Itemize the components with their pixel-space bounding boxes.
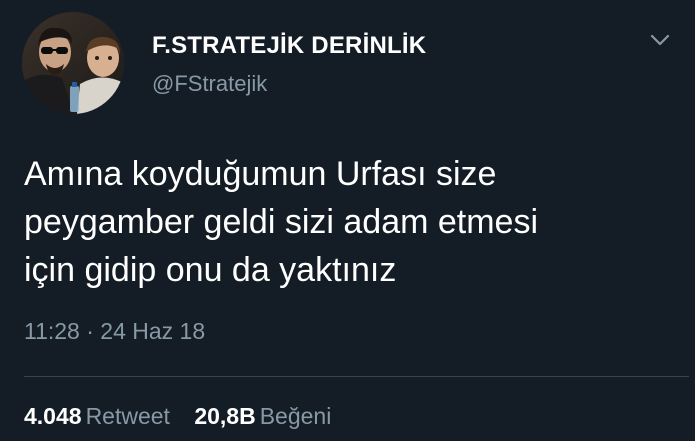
divider: [24, 376, 689, 377]
profile-photo-icon: [22, 12, 124, 114]
tweet-timestamp[interactable]: 11:28 · 24 Haz 18: [24, 318, 205, 345]
user-handle[interactable]: @FStratejik: [152, 71, 267, 97]
like-count: 20,8B: [194, 403, 256, 429]
display-name[interactable]: F.STRATEJİK DERİNLİK: [152, 32, 426, 60]
tweet-card: F.STRATEJİK DERİNLİK @FStratejik Amına k…: [0, 0, 695, 441]
avatar[interactable]: [22, 12, 124, 114]
retweet-count: 4.048: [24, 403, 82, 429]
tweet-line: için gidip onu da yaktınız: [24, 251, 397, 289]
tweet-stats: 4.048 Retweet 20,8B Beğeni: [24, 403, 349, 430]
chevron-down-icon[interactable]: [648, 28, 672, 52]
tweet-line: Amına koyduğumun Urfası size: [24, 155, 497, 193]
retweet-label: Retweet: [85, 403, 170, 429]
tweet-text: Amına koyduğumun Urfası size peygamber g…: [24, 150, 684, 294]
like-label: Beğeni: [259, 403, 332, 429]
tweet-line: peygamber geldi sizi adam etmesi: [24, 203, 539, 241]
like-stat[interactable]: 20,8B Beğeni: [194, 403, 331, 430]
retweet-stat[interactable]: 4.048 Retweet: [24, 403, 170, 430]
